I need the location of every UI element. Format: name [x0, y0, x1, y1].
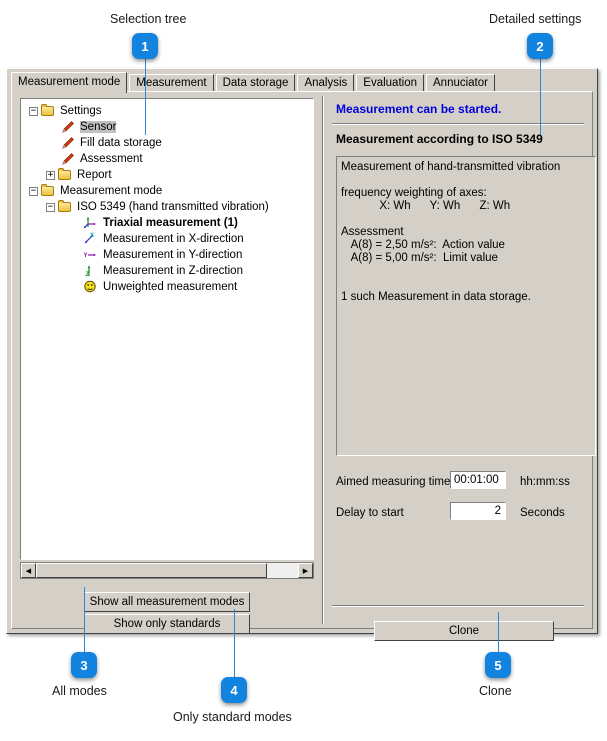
axis-y-icon: Y	[83, 248, 99, 262]
tree-node-measurement-x[interactable]: X Measurement in X-direction	[21, 231, 313, 247]
annotation-label-1: Selection tree	[110, 12, 187, 26]
delay-to-start-unit: Seconds	[520, 507, 565, 519]
tree-node-label: Assessment	[80, 153, 143, 165]
svg-text:Y: Y	[84, 253, 88, 259]
tab-measurement-mode[interactable]: Measurement mode	[11, 72, 128, 93]
divider-bottom-highlight	[332, 606, 584, 607]
tree-node-unweighted-measurement[interactable]: Unweighted measurement	[21, 279, 313, 295]
expander-icon[interactable]: +	[46, 170, 55, 180]
tab-page-measurement-mode: − Settings Sensor Fill data storage Asse…	[11, 91, 596, 641]
tree-node-label: Settings	[60, 105, 102, 117]
scrollbar-track[interactable]	[36, 563, 298, 578]
annotation-label-5: Clone	[479, 684, 512, 698]
tree-node-measurement-z[interactable]: Z Measurement in Z-direction	[21, 263, 313, 279]
tree-node-label: Sensor	[80, 121, 117, 133]
pencil-icon	[60, 136, 76, 150]
tree-node-label: Unweighted measurement	[103, 281, 238, 293]
annotation-leader-5	[498, 612, 499, 657]
svg-text:X: X	[90, 233, 94, 239]
tree-node-iso-5349[interactable]: − ISO 5349 (hand transmitted vibration)	[21, 199, 313, 215]
aimed-measuring-time-unit: hh:mm:ss	[520, 476, 570, 488]
tree-node-label: Fill data storage	[80, 137, 162, 149]
folder-open-icon	[40, 184, 56, 198]
application-window: Measurement mode Measurement Data storag…	[6, 68, 598, 641]
aimed-measuring-time-label: Aimed measuring time	[336, 476, 451, 488]
annotation-badge-4: 4	[221, 677, 247, 703]
tree-node-sensor[interactable]: Sensor	[21, 119, 313, 135]
svg-text:Z: Z	[86, 272, 90, 277]
axis-triaxial-icon	[83, 216, 99, 230]
annotation-label-4: Only standard modes	[173, 710, 292, 724]
tree-node-label: ISO 5349 (hand transmitted vibration)	[77, 201, 269, 213]
annotation-leader-3	[84, 587, 85, 655]
unweighted-icon	[83, 280, 99, 294]
tab-bar: Measurement mode Measurement Data storag…	[11, 72, 497, 93]
annotation-label-2: Detailed settings	[489, 12, 582, 26]
divider-top-highlight	[332, 124, 584, 125]
axis-x-icon: X	[83, 232, 99, 246]
show-only-standards-button[interactable]: Show only standards	[84, 614, 250, 634]
annotation-leader-1	[145, 57, 146, 135]
tab-data-storage[interactable]: Data storage	[215, 74, 296, 92]
annotation-leader-4	[234, 609, 235, 681]
tree-node-label: Measurement in Y-direction	[103, 249, 243, 261]
selection-tree[interactable]: − Settings Sensor Fill data storage Asse…	[20, 98, 314, 560]
tree-node-fill-data-storage[interactable]: Fill data storage	[21, 135, 313, 151]
tab-evaluation[interactable]: Evaluation	[356, 74, 424, 92]
tree-node-label: Measurement mode	[60, 185, 163, 197]
tree-node-list: − Settings Sensor Fill data storage Asse…	[21, 103, 313, 295]
tree-node-report[interactable]: + Report	[21, 167, 313, 183]
expander-icon[interactable]: −	[46, 202, 55, 212]
scrollbar-thumb[interactable]	[36, 563, 267, 578]
show-all-measurement-modes-button[interactable]: Show all measurement modes	[84, 592, 250, 612]
annotation-badge-5: 5	[485, 652, 511, 678]
annotation-badge-2: 2	[527, 33, 553, 59]
folder-open-icon	[40, 104, 56, 118]
tree-node-assessment[interactable]: Assessment	[21, 151, 313, 167]
clone-button[interactable]: Clone	[374, 621, 554, 641]
aimed-measuring-time-input[interactable]: 00:01:00	[450, 471, 506, 489]
folder-closed-icon	[57, 168, 73, 182]
annotation-label-3: All modes	[52, 684, 107, 698]
annotation-leader-2	[540, 57, 541, 135]
annotation-badge-3: 3	[71, 652, 97, 678]
delay-to-start-label: Delay to start	[336, 507, 404, 519]
pencil-icon	[60, 152, 76, 166]
delay-to-start-input[interactable]: 2	[450, 502, 506, 520]
tab-annuciator[interactable]: Annuciator	[426, 74, 495, 92]
scroll-right-icon[interactable]: ▶	[298, 563, 313, 578]
aimed-measuring-time-value: 00:01:00	[454, 474, 499, 486]
tree-node-label: Measurement in X-direction	[103, 233, 244, 245]
expander-icon[interactable]: −	[29, 106, 38, 116]
description-box: Measurement of hand-transmitted vibratio…	[336, 156, 596, 456]
tree-horizontal-scrollbar[interactable]: ◀ ▶	[20, 562, 314, 579]
delay-to-start-value: 2	[494, 505, 501, 517]
tree-node-measurement-y[interactable]: Y Measurement in Y-direction	[21, 247, 313, 263]
detail-heading: Measurement according to ISO 5349	[336, 132, 543, 146]
tree-node-label: Measurement in Z-direction	[103, 265, 243, 277]
folder-open-icon	[57, 200, 73, 214]
status-message: Measurement can be started.	[336, 102, 502, 116]
tree-node-label: Report	[77, 169, 112, 181]
detail-panel: Measurement can be started. Measurement …	[328, 92, 596, 641]
scroll-left-icon[interactable]: ◀	[21, 563, 36, 578]
expander-icon[interactable]: −	[29, 186, 38, 196]
tab-analysis[interactable]: Analysis	[297, 74, 355, 92]
tree-node-triaxial-measurement[interactable]: Triaxial measurement (1)	[21, 215, 313, 231]
pane-divider-highlight	[323, 96, 324, 624]
tree-node-measurement-mode[interactable]: − Measurement mode	[21, 183, 313, 199]
tree-node-settings[interactable]: − Settings	[21, 103, 313, 119]
axis-z-icon: Z	[83, 264, 99, 278]
pencil-icon	[60, 120, 76, 134]
tree-node-label: Triaxial measurement (1)	[103, 217, 238, 229]
tab-measurement[interactable]: Measurement	[129, 74, 214, 92]
annotation-badge-1: 1	[132, 33, 158, 59]
